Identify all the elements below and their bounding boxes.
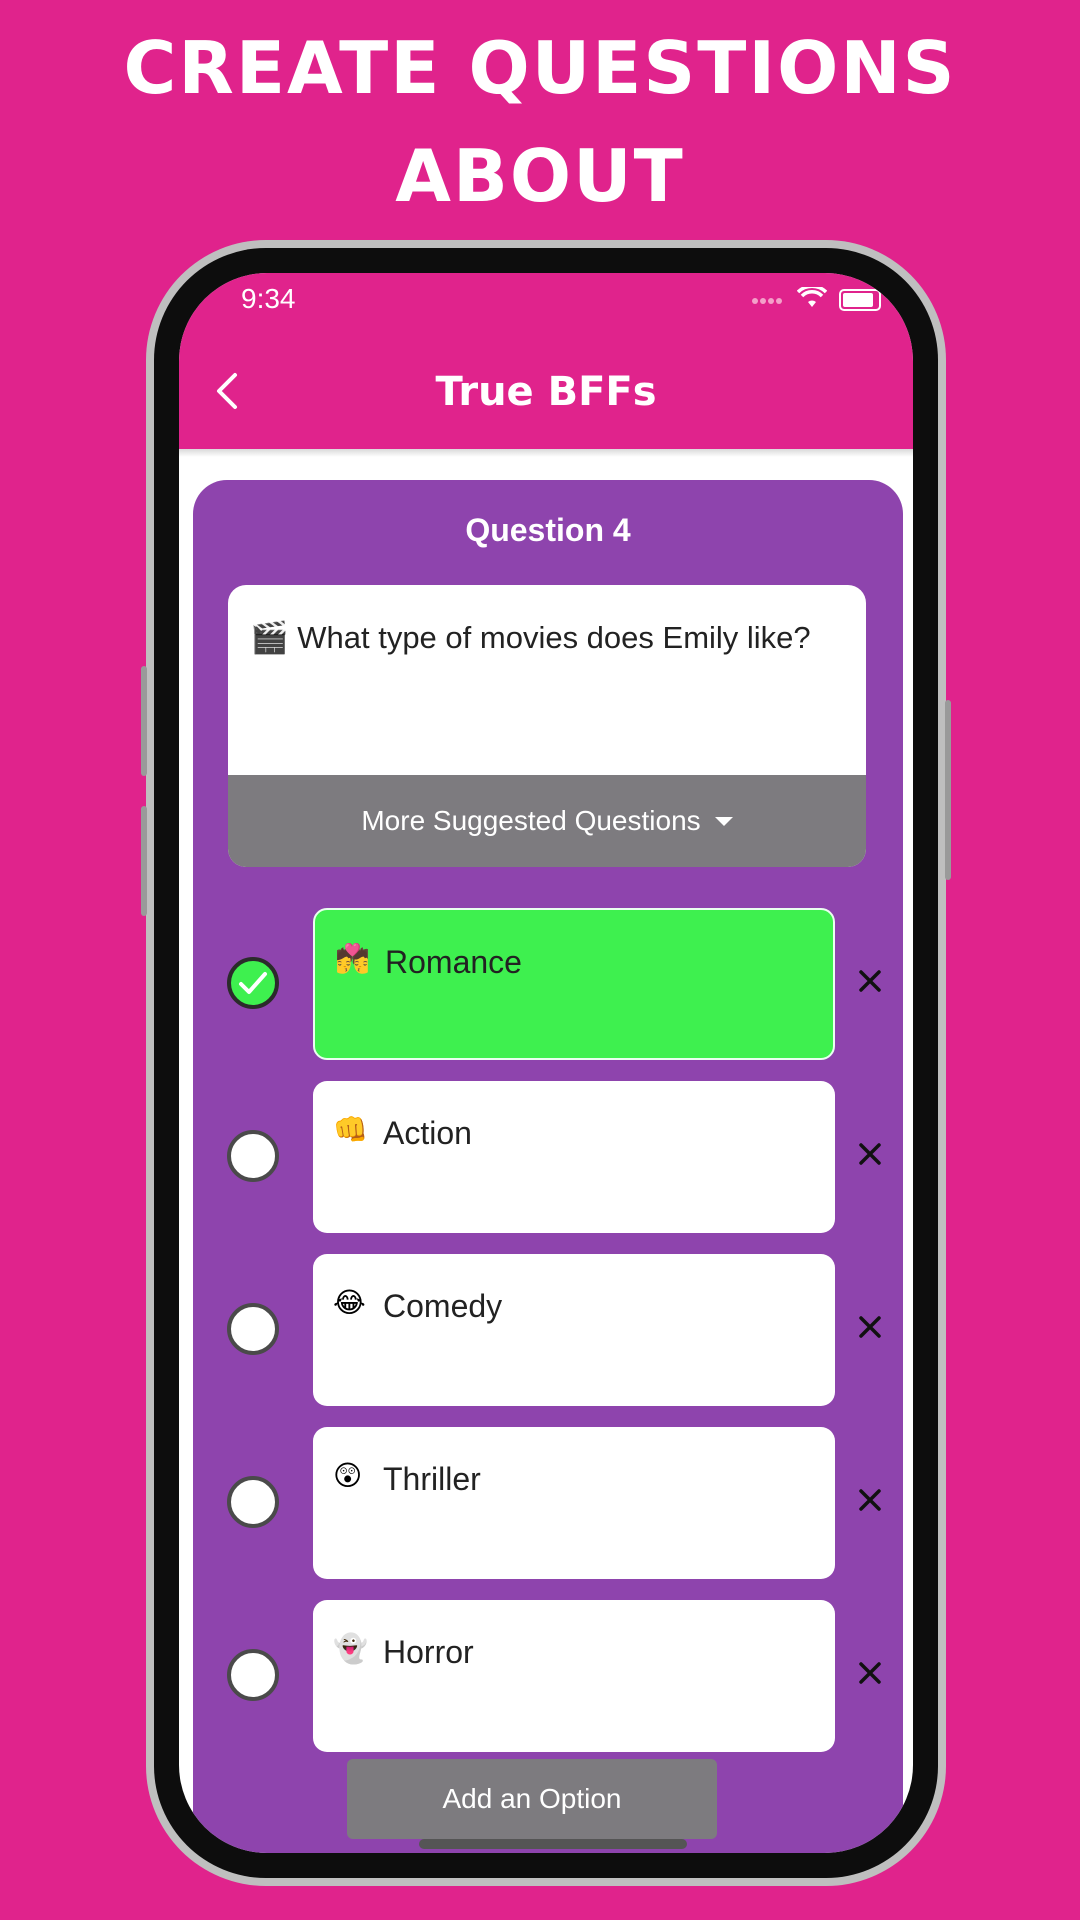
ghost-icon: 👻 [333, 1632, 368, 1665]
signal-icon [751, 291, 785, 310]
question-input-box[interactable]: 🎬 What type of movies does Emily like? M… [228, 585, 866, 867]
option-field[interactable]: 😲 Thriller [313, 1427, 835, 1579]
question-text: What type of movies does Emily like? [297, 620, 811, 655]
phone-volume-up-button [141, 666, 147, 776]
app-screen: 9:34 True BFFs Question 4 🎬 What type of… [179, 273, 913, 1853]
close-icon [859, 1489, 881, 1511]
option-row: 😂 Comedy [193, 1254, 903, 1406]
option-label: Comedy [383, 1288, 503, 1324]
question-card: Question 4 🎬 What type of movies does Em… [193, 480, 903, 1853]
promo-title-line1: CREATE QUESTIONS ABOUT [123, 26, 957, 218]
close-icon [859, 1143, 881, 1165]
checkmark-icon [239, 972, 267, 994]
option-label: Action [383, 1115, 472, 1151]
option-label: Horror [383, 1634, 474, 1670]
option-field[interactable]: 💏 Romance [313, 908, 835, 1060]
more-suggested-questions-button[interactable]: More Suggested Questions [228, 775, 866, 867]
close-icon [859, 1316, 881, 1338]
phone-volume-down-button [141, 806, 147, 916]
remove-option-button[interactable] [855, 1485, 885, 1515]
option-radio-selected[interactable] [227, 957, 279, 1009]
status-icons [751, 284, 881, 313]
fist-icon: 👊 [333, 1113, 368, 1146]
option-row: 👻 Horror [193, 1600, 903, 1752]
option-row: 💏 Romance [193, 908, 903, 1060]
phone-power-button [945, 700, 951, 880]
app-bar-shadow [179, 449, 913, 457]
remove-option-button[interactable] [855, 1658, 885, 1688]
suggest-label: More Suggested Questions [361, 805, 701, 836]
remove-option-button[interactable] [855, 1139, 885, 1169]
option-radio[interactable] [227, 1130, 279, 1182]
wifi-icon [796, 284, 828, 313]
option-radio[interactable] [227, 1476, 279, 1528]
status-time: 9:34 [241, 283, 296, 314]
home-indicator [419, 1839, 687, 1849]
app-title: True BFFs [435, 369, 657, 415]
option-row: 👊 Action [193, 1081, 903, 1233]
option-field[interactable]: 😂 Comedy [313, 1254, 835, 1406]
laughing-face-icon: 😂 [333, 1286, 366, 1319]
close-icon [859, 1662, 881, 1684]
question-number: Question 4 [465, 512, 631, 548]
remove-option-button[interactable] [855, 1312, 885, 1342]
option-field[interactable]: 👻 Horror [313, 1600, 835, 1752]
option-field[interactable]: 👊 Action [313, 1081, 835, 1233]
astonished-face-icon: 😲 [333, 1459, 363, 1492]
option-radio[interactable] [227, 1303, 279, 1355]
close-icon [859, 970, 881, 992]
question-text-field[interactable]: 🎬 What type of movies does Emily like? [250, 619, 850, 657]
couple-kiss-icon: 💏 [335, 942, 370, 975]
add-option-button[interactable]: Add an Option [347, 1759, 717, 1839]
app-bar: 9:34 True BFFs [179, 273, 913, 449]
remove-option-button[interactable] [855, 966, 885, 996]
option-radio[interactable] [227, 1649, 279, 1701]
clapperboard-icon: 🎬 [250, 620, 289, 655]
battery-icon [839, 289, 881, 311]
caret-down-icon [714, 816, 733, 826]
option-label: Romance [385, 944, 522, 980]
option-label: Thriller [383, 1461, 481, 1497]
option-row: 😲 Thriller [193, 1427, 903, 1579]
